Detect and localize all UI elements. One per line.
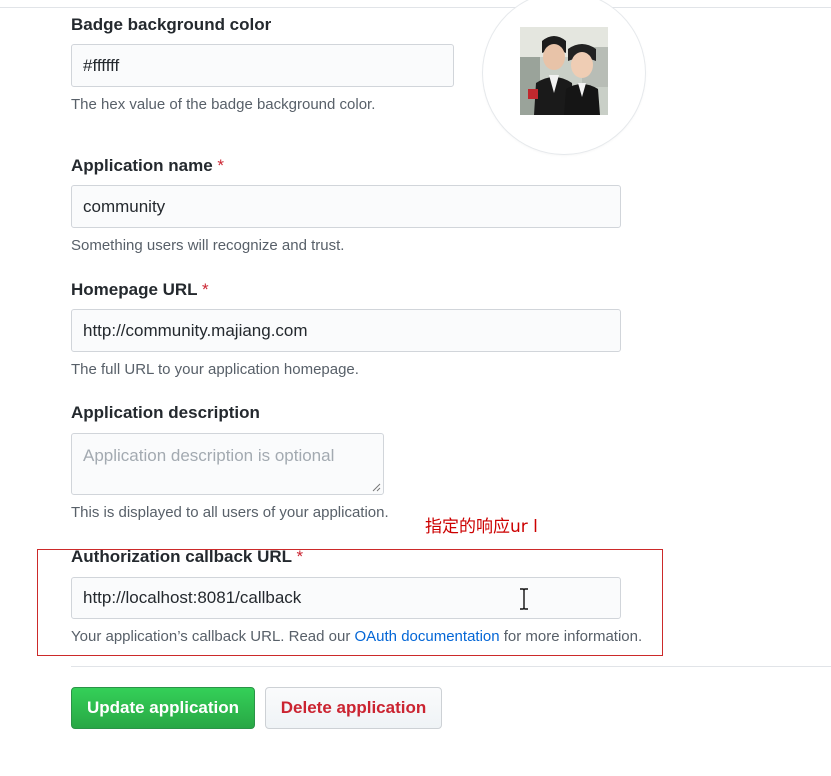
delete-application-button[interactable]: Delete application bbox=[265, 687, 442, 729]
homepage-url-label-text: Homepage URL bbox=[71, 280, 198, 299]
app-logo-image[interactable] bbox=[520, 27, 608, 115]
homepage-url-label: Homepage URL * bbox=[71, 280, 209, 300]
oauth-documentation-link[interactable]: OAuth documentation bbox=[355, 628, 500, 645]
badge-color-input[interactable]: #ffffff bbox=[71, 44, 454, 87]
homepage-url-input[interactable]: http://community.majiang.com bbox=[71, 309, 621, 352]
app-description-textarea[interactable]: Application description is optional bbox=[71, 433, 384, 495]
required-marker: * bbox=[202, 280, 209, 299]
top-divider bbox=[0, 7, 831, 8]
required-marker: * bbox=[296, 547, 304, 566]
app-name-value: community bbox=[83, 196, 166, 216]
homepage-url-note: The full URL to your application homepag… bbox=[71, 361, 359, 378]
homepage-url-value: http://community.majiang.com bbox=[83, 320, 308, 340]
callback-url-note: Your application’s callback URL. Read ou… bbox=[71, 628, 642, 645]
app-name-label: Application name * bbox=[71, 156, 224, 176]
app-name-label-text: Application name bbox=[71, 156, 213, 175]
callback-url-label: Authorization callback URL * bbox=[71, 547, 303, 567]
app-description-placeholder: Application description is optional bbox=[83, 446, 335, 465]
callback-url-input[interactable]: http://localhost:8081/callback bbox=[71, 577, 621, 619]
callback-url-note-tail: for more information. bbox=[499, 628, 643, 645]
callback-url-label-text: Authorization callback URL bbox=[71, 547, 292, 566]
required-marker: * bbox=[217, 156, 225, 175]
app-description-note: This is displayed to all users of your a… bbox=[71, 504, 389, 521]
form-divider bbox=[71, 666, 831, 667]
app-name-note: Something users will recognize and trust… bbox=[71, 237, 345, 254]
resize-handle-icon[interactable] bbox=[371, 482, 381, 492]
app-name-input[interactable]: community bbox=[71, 185, 621, 228]
update-application-button[interactable]: Update application bbox=[71, 687, 255, 729]
badge-color-label: Badge background color bbox=[71, 15, 272, 34]
annotation-text: 指定的响应ur l bbox=[425, 517, 538, 537]
app-description-label: Application description bbox=[71, 403, 260, 422]
photo-icon bbox=[520, 27, 608, 115]
callback-url-note-text: Your application’s callback URL. Read ou… bbox=[71, 628, 355, 645]
badge-color-value: #ffffff bbox=[83, 55, 120, 75]
text-cursor-icon bbox=[520, 588, 528, 610]
callback-url-value: http://localhost:8081/callback bbox=[83, 588, 302, 607]
badge-color-note: The hex value of the badge background co… bbox=[71, 96, 376, 113]
